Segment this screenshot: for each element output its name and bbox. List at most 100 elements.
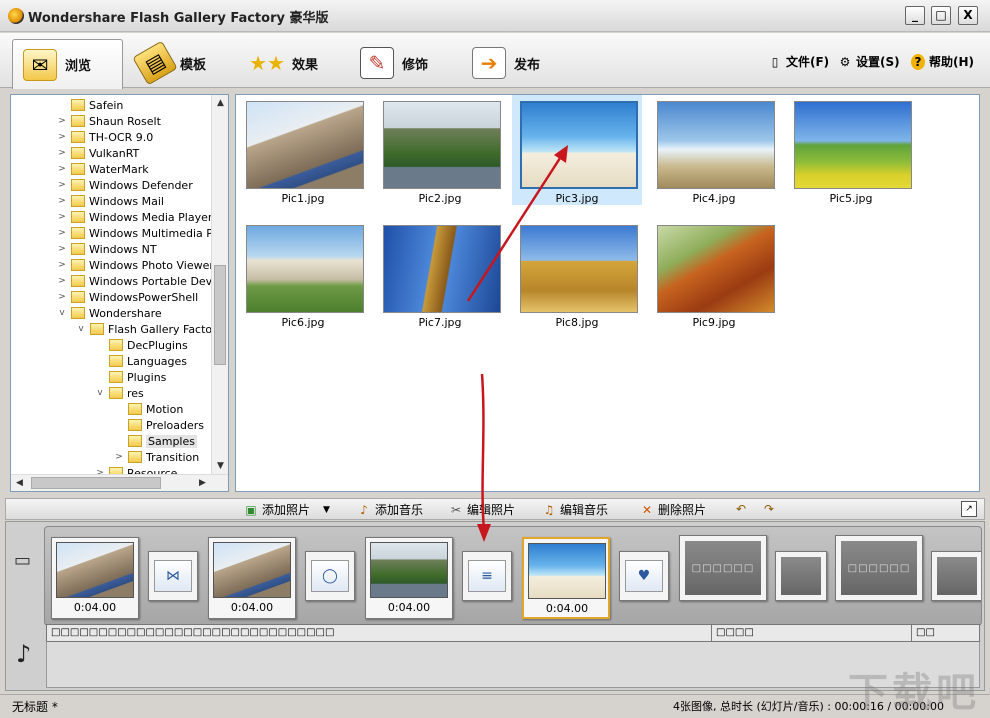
slide-item[interactable]: 0:04.00 [208, 537, 296, 619]
tree-item[interactable]: > Windows Defender [57, 177, 193, 193]
tree-item-label: res [127, 386, 144, 400]
expand-icon[interactable]: > [57, 148, 67, 158]
tab-effects[interactable]: ★★ 效果 [240, 39, 340, 87]
collapse-icon[interactable]: v [76, 324, 86, 334]
tree-item[interactable]: Preloaders [114, 417, 204, 433]
folder-icon [71, 115, 85, 127]
tab-template[interactable]: ▤ 模板 [128, 39, 228, 87]
slide-strip[interactable]: 0:04.00 ⋈ 0:04.00 ◯ 0:04.00 ≡ 0:04.00 ♥ … [44, 526, 982, 626]
tree-item[interactable]: Plugins [95, 369, 166, 385]
annotation-arrow [466, 145, 568, 302]
tab-decorate[interactable]: ✎ 修饰 [350, 39, 450, 87]
tree-item[interactable]: > Windows Multimedia Plat [57, 225, 227, 241]
collapse-icon[interactable]: v [95, 388, 105, 398]
transition-item[interactable]: ⋈ [148, 551, 198, 601]
rotate-right-icon: ↷ [763, 502, 775, 516]
tree-item[interactable]: > Shaun Roselt [57, 113, 161, 129]
tree-item[interactable]: > VulkanRT [57, 145, 139, 161]
tree-item[interactable]: > Transition [114, 449, 199, 465]
help-icon: ? [911, 53, 925, 70]
tab-label: 浏览 [65, 59, 92, 74]
rotate-left-button[interactable]: ↶ [733, 501, 749, 517]
empty-transition-slot[interactable] [775, 551, 827, 601]
empty-slide-slot[interactable]: □□□□□□ [835, 535, 923, 601]
tree-item-label: Windows Multimedia Plat [89, 226, 227, 240]
add-music-button[interactable]: ♪ 添加音乐 [356, 501, 423, 518]
expand-icon[interactable]: > [57, 212, 67, 222]
tree-item[interactable]: > WaterMark [57, 161, 148, 177]
delete-photo-button[interactable]: ✕ 删除照片 [639, 501, 706, 518]
audio-track-lane[interactable] [46, 642, 980, 688]
tree-item[interactable]: Languages [95, 353, 187, 369]
scroll-down-icon[interactable]: ▼ [212, 458, 229, 475]
folder-tree[interactable]: Safein > Shaun Roselt > TH-OCR 9.0 > VulkanRT >… [10, 94, 229, 492]
tree-item-label: Samples [146, 434, 197, 448]
add-music-icon: ♪ [360, 502, 368, 517]
slide-item[interactable]: 0:04.00 [365, 537, 453, 619]
envelope-icon: ✉ [23, 48, 57, 81]
expand-icon[interactable]: > [57, 180, 67, 190]
audio-track[interactable]: □□□□□□□□□□□□□□□□□□□□□□□□□□□□□□ □□□□ □□ [46, 624, 980, 642]
transition-item[interactable]: ≡ [462, 551, 512, 601]
expand-icon[interactable]: > [57, 196, 67, 206]
main-tab-bar: ✉ 浏览 ▤ 模板 ★★ 效果 ✎ 修饰 ➔ 发布 ▯ 文件(F) ⚙ 设置(S… [0, 33, 990, 89]
expand-icon[interactable]: > [114, 452, 124, 462]
edit-music-button[interactable]: ♫ 编辑音乐 [541, 501, 608, 518]
tree-item[interactable]: v Wondershare [57, 305, 161, 321]
transition-item[interactable]: ◯ [305, 551, 355, 601]
tree-horizontal-scrollbar[interactable]: ◀ ▶ [11, 474, 228, 491]
expand-panel-button[interactable]: ↗ [961, 501, 977, 517]
scroll-right-icon[interactable]: ▶ [194, 475, 211, 492]
expand-icon[interactable]: > [57, 164, 67, 174]
film-strip-icon: ▭ [14, 550, 32, 571]
tree-item[interactable]: > WindowsPowerShell [57, 289, 198, 305]
maximize-button[interactable]: □ [931, 6, 951, 25]
menu-file[interactable]: ▯ 文件(F) [768, 53, 829, 70]
minimize-button[interactable]: _ [905, 6, 925, 25]
tree-item[interactable]: Motion [114, 401, 183, 417]
tree-item[interactable]: v Flash Gallery Factory [76, 321, 223, 337]
menu-settings[interactable]: ⚙ 设置(S) [838, 53, 900, 70]
slide-item[interactable]: 0:04.00 [51, 537, 139, 619]
expand-icon[interactable]: > [57, 260, 67, 270]
expand-icon[interactable]: > [57, 292, 67, 302]
tree-item[interactable]: Safein [57, 97, 123, 113]
tab-publish[interactable]: ➔ 发布 [462, 39, 562, 87]
tree-item[interactable]: > Windows NT [57, 241, 156, 257]
empty-slide-slot[interactable]: □□□□□□ [679, 535, 767, 601]
folder-icon [71, 307, 85, 319]
tree-item[interactable]: v res [95, 385, 144, 401]
add-photo-icon: ▣ [245, 502, 257, 517]
tree-scroll-thumb[interactable] [214, 265, 226, 365]
scroll-up-icon[interactable]: ▲ [212, 95, 229, 112]
tree-hscroll-thumb[interactable] [31, 477, 161, 489]
scroll-left-icon[interactable]: ◀ [11, 475, 28, 492]
tree-item[interactable]: Samples [114, 433, 197, 449]
tree-item[interactable]: > Windows Media Player [57, 209, 212, 225]
expand-icon[interactable]: > [57, 244, 67, 254]
slide-duration: 0:04.00 [73, 601, 117, 614]
chevron-down-icon[interactable]: ▼ [323, 505, 330, 515]
slide-item-selected[interactable]: 0:04.00 [522, 537, 610, 619]
close-button[interactable]: X [958, 6, 978, 25]
transition-item[interactable]: ♥ [619, 551, 669, 601]
collapse-icon[interactable]: v [57, 308, 67, 318]
expand-icon[interactable]: > [57, 228, 67, 238]
tab-browse[interactable]: ✉ 浏览 [12, 39, 123, 89]
tree-vertical-scrollbar[interactable]: ▲ ▼ [211, 95, 228, 475]
empty-transition-slot[interactable] [931, 551, 981, 601]
menu-help[interactable]: ? 帮助(H) [911, 53, 974, 70]
tree-item[interactable]: > Windows Portable Device [57, 273, 228, 289]
tree-item[interactable]: > TH-OCR 9.0 [57, 129, 153, 145]
expand-icon[interactable]: > [57, 276, 67, 286]
tree-item[interactable]: DecPlugins [95, 337, 188, 353]
tree-item-label: TH-OCR 9.0 [89, 130, 154, 144]
rotate-right-button[interactable]: ↷ [761, 501, 777, 517]
audio-track-main-text: □□□□□□□□□□□□□□□□□□□□□□□□□□□□□□ [51, 627, 335, 638]
expand-icon[interactable]: > [57, 116, 67, 126]
folder-icon [71, 195, 85, 207]
tree-item[interactable]: > Windows Mail [57, 193, 164, 209]
add-photo-button[interactable]: ▣ 添加照片 ▼ [243, 501, 330, 518]
expand-icon[interactable]: > [57, 132, 67, 142]
tree-item[interactable]: > Windows Photo Viewer [57, 257, 214, 273]
